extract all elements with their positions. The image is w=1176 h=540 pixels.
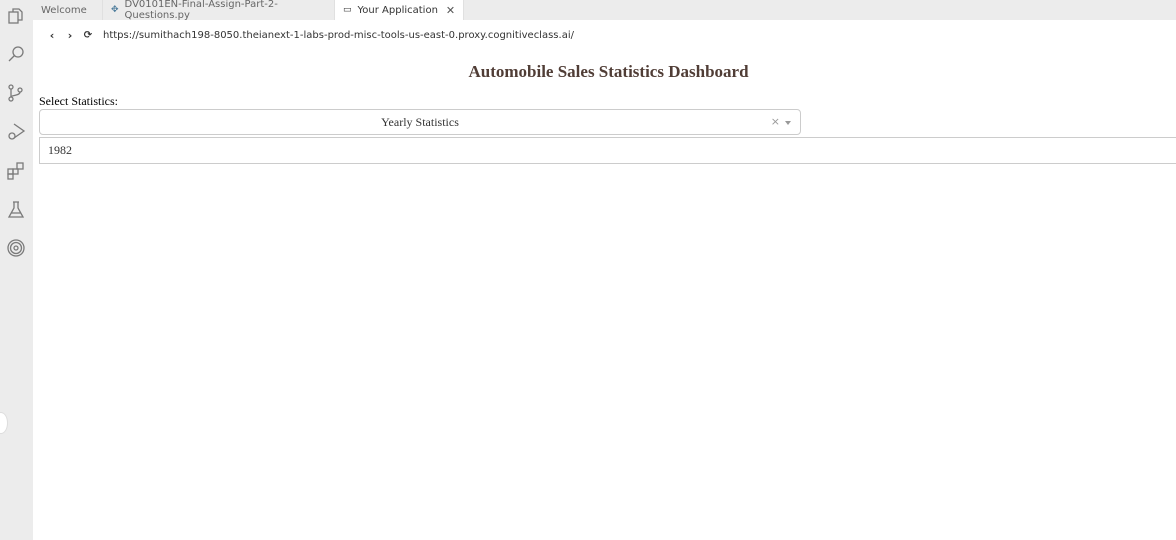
clear-icon[interactable]: × (771, 115, 780, 128)
search-icon[interactable] (5, 43, 27, 65)
page-title: Automobile Sales Statistics Dashboard (468, 62, 749, 81)
panel-toggle-handle[interactable] (0, 412, 8, 434)
tab-python-file[interactable]: ✥ DV0101EN-Final-Assign-Part-2-Questions.… (103, 0, 335, 21)
explorer-icon[interactable] (5, 5, 27, 27)
browser-toolbar: ‹ › ⟳ https://sumithach198-8050.theianex… (33, 20, 1176, 50)
year-dropdown[interactable]: 1982 (39, 137, 1176, 164)
url-field[interactable]: https://sumithach198-8050.theianext-1-la… (103, 30, 574, 41)
skills-network-icon[interactable] (5, 237, 27, 259)
browser-icon: ▭ (343, 5, 352, 15)
run-debug-icon[interactable] (5, 120, 27, 142)
chevron-down-icon[interactable] (785, 121, 791, 125)
source-control-icon[interactable] (5, 82, 27, 104)
tab-welcome[interactable]: Welcome (33, 0, 103, 20)
testing-icon[interactable] (5, 199, 27, 221)
forward-icon[interactable]: › (61, 29, 79, 42)
extensions-icon[interactable] (5, 160, 27, 182)
dropdown-value: Yearly Statistics (381, 114, 459, 129)
tab-your-application[interactable]: ▭ Your Application ✕ (335, 0, 465, 20)
tab-label: Welcome (41, 4, 87, 16)
reload-icon[interactable]: ⟳ (79, 30, 97, 41)
year-value: 1982 (48, 143, 72, 157)
back-icon[interactable]: ‹ (43, 29, 61, 42)
activity-bar (0, 0, 33, 540)
select-statistics-label: Select Statistics: (39, 94, 118, 108)
close-icon[interactable]: ✕ (446, 4, 455, 17)
python-icon: ✥ (111, 5, 119, 15)
tab-bar: Welcome ✥ DV0101EN-Final-Assign-Part-2-Qu… (33, 0, 1176, 21)
tab-label: Your Application (357, 4, 438, 16)
statistics-dropdown[interactable]: Yearly Statistics × (39, 109, 801, 135)
tab-label: DV0101EN-Final-Assign-Part-2-Questions.p… (124, 0, 278, 21)
